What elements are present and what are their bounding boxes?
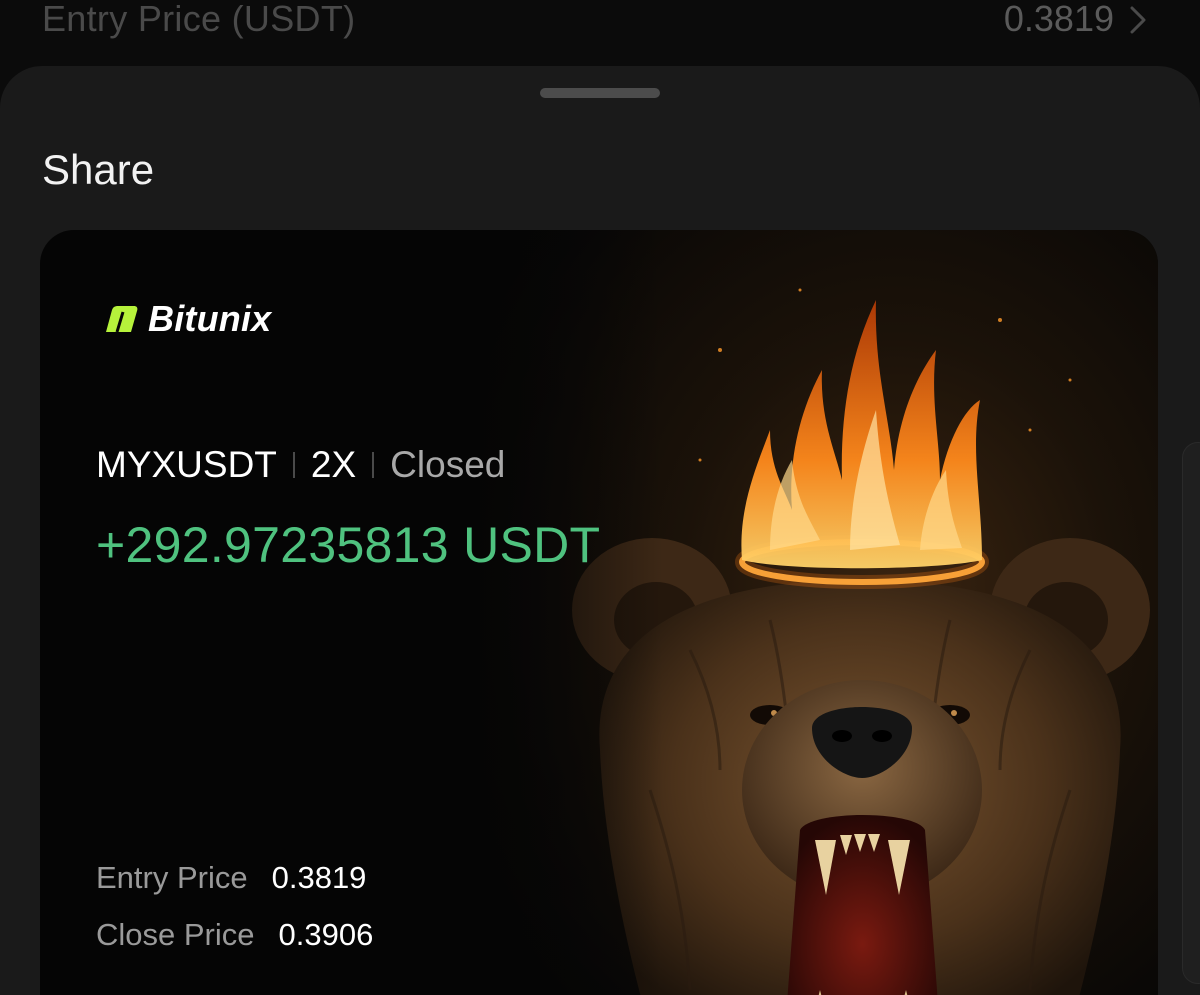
entry-price-info: Entry Price 0.3819	[96, 860, 366, 896]
sheet-title: Share	[42, 146, 155, 193]
position-info-row: MYXUSDT 2X Closed	[96, 444, 505, 486]
leverage-label: 2X	[310, 444, 357, 485]
entry-price-label: Entry Price	[96, 860, 248, 895]
entry-price-value: 0.3819	[271, 860, 367, 895]
entry-price-row-label: Entry Price (USDT)	[42, 0, 356, 39]
close-price-info: Close Price 0.3906	[96, 917, 373, 953]
share-screen: Entry Price (USDT) 0.3819 Share Bitunix …	[0, 0, 1200, 995]
share-bottom-sheet: Share Bitunix MYXUSDT 2X Closed +292.972…	[0, 66, 1200, 995]
bitunix-logo-icon	[106, 306, 138, 333]
divider	[292, 452, 295, 478]
next-card-preview[interactable]	[1182, 442, 1200, 984]
sheet-drag-handle[interactable]	[540, 88, 660, 98]
bitunix-logo: Bitunix	[100, 294, 271, 344]
entry-price-row[interactable]: Entry Price (USDT) 0.3819	[0, 0, 1200, 66]
bear-artwork-image	[470, 230, 1158, 995]
close-price-value: 0.3906	[278, 917, 374, 952]
chevron-right-icon	[1130, 6, 1146, 34]
trading-pair: MYXUSDT	[96, 444, 277, 485]
pnl-amount: +292.97235813 USDT	[96, 517, 601, 573]
brand-name: Bitunix	[148, 298, 272, 339]
divider	[372, 452, 375, 478]
position-status: Closed	[390, 444, 506, 485]
entry-price-row-value: 0.3819	[1003, 0, 1114, 39]
share-card[interactable]: Bitunix MYXUSDT 2X Closed +292.97235813 …	[40, 230, 1158, 995]
close-price-label: Close Price	[96, 917, 255, 952]
